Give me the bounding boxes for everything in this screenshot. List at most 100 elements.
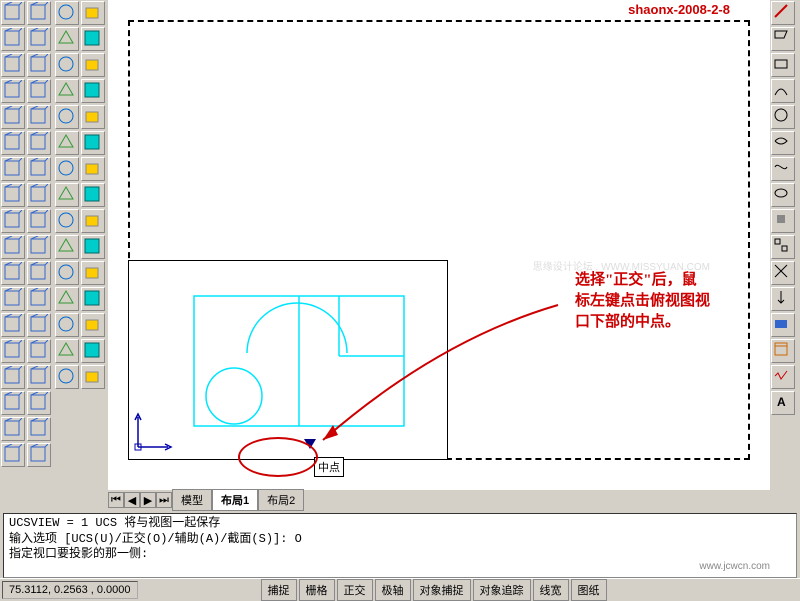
tool-left2-14[interactable] xyxy=(55,183,79,207)
tool-right-13[interactable] xyxy=(771,339,795,363)
tool-left1-3[interactable] xyxy=(27,27,51,51)
tab-first-icon[interactable]: ⏮ xyxy=(108,492,124,508)
tool-left1-4[interactable] xyxy=(1,53,25,77)
tool-left2-18[interactable] xyxy=(55,235,79,259)
tool-left1-13[interactable] xyxy=(27,157,51,181)
tool-left1-27[interactable] xyxy=(27,339,51,363)
tool-left2-7[interactable] xyxy=(81,79,105,103)
tool-right-8[interactable] xyxy=(771,209,795,233)
toggle-polar[interactable]: 极轴 xyxy=(375,579,411,601)
toggle-snap[interactable]: 捕捉 xyxy=(261,579,297,601)
tool-left1-10[interactable] xyxy=(1,131,25,155)
tool-left2-26[interactable] xyxy=(55,339,79,363)
tool-left1-17[interactable] xyxy=(27,209,51,233)
tab-layout1[interactable]: 布局1 xyxy=(212,489,258,511)
tool-left1-35[interactable] xyxy=(27,443,51,467)
tool-left1-31[interactable] xyxy=(27,391,51,415)
toggle-ortho[interactable]: 正交 xyxy=(337,579,373,601)
tab-model[interactable]: 模型 xyxy=(172,489,212,511)
tab-last-icon[interactable]: ⏭ xyxy=(156,492,172,508)
tool-left1-8[interactable] xyxy=(1,105,25,129)
tool-right-0[interactable] xyxy=(771,1,795,25)
tool-left2-29[interactable] xyxy=(81,365,105,389)
tool-left2-24[interactable] xyxy=(55,313,79,337)
tool-right-4[interactable] xyxy=(771,105,795,129)
tool-right-11[interactable] xyxy=(771,287,795,311)
tool-left2-11[interactable] xyxy=(81,131,105,155)
tool-left1-29[interactable] xyxy=(27,365,51,389)
tool-left1-33[interactable] xyxy=(27,417,51,441)
tool-right-10[interactable] xyxy=(771,261,795,285)
tool-left2-6[interactable] xyxy=(55,79,79,103)
tool-right-15[interactable]: A xyxy=(771,391,795,415)
tool-right-3[interactable] xyxy=(771,79,795,103)
toggle-osnap[interactable]: 对象捕捉 xyxy=(413,579,471,601)
tool-left2-22[interactable] xyxy=(55,287,79,311)
tool-left2-15[interactable] xyxy=(81,183,105,207)
tool-left2-4[interactable] xyxy=(55,53,79,77)
tool-left1-23[interactable] xyxy=(27,287,51,311)
tool-left2-16[interactable] xyxy=(55,209,79,233)
tab-prev-icon[interactable]: ◀ xyxy=(124,492,140,508)
tool-left1-24[interactable] xyxy=(1,313,25,337)
tool-right-1[interactable] xyxy=(771,27,795,51)
tool-left2-19[interactable] xyxy=(81,235,105,259)
tool-left1-7[interactable] xyxy=(27,79,51,103)
tool-left1-15[interactable] xyxy=(27,183,51,207)
tool-left2-23[interactable] xyxy=(81,287,105,311)
tool-left1-9[interactable] xyxy=(27,105,51,129)
tool-left1-2[interactable] xyxy=(1,27,25,51)
tool-left1-28[interactable] xyxy=(1,365,25,389)
tool-left1-25[interactable] xyxy=(27,313,51,337)
tool-left2-10[interactable] xyxy=(55,131,79,155)
tool-left2-5[interactable] xyxy=(81,53,105,77)
tab-layout2[interactable]: 布局2 xyxy=(258,489,304,511)
command-line[interactable]: UCSVIEW = 1 UCS 将与视图一起保存 输入选项 [UCS(U)/正交… xyxy=(3,513,797,578)
tool-left2-17[interactable] xyxy=(81,209,105,233)
tool-left2-13[interactable] xyxy=(81,157,105,181)
tool-left2-28[interactable] xyxy=(55,365,79,389)
tool-left1-30[interactable] xyxy=(1,391,25,415)
tool-left2-9[interactable] xyxy=(81,105,105,129)
tool-right-7[interactable] xyxy=(771,183,795,207)
tool-left2-3[interactable] xyxy=(81,27,105,51)
tool-left1-0[interactable] xyxy=(1,1,25,25)
tool-left1-14[interactable] xyxy=(1,183,25,207)
tool-right-6[interactable] xyxy=(771,157,795,181)
tool-left2-2[interactable] xyxy=(55,27,79,51)
tool-left2-1[interactable] xyxy=(81,1,105,25)
tool-left2-27[interactable] xyxy=(81,339,105,363)
toggle-paper[interactable]: 图纸 xyxy=(571,579,607,601)
toggle-lwt[interactable]: 线宽 xyxy=(533,579,569,601)
tool-right-14[interactable] xyxy=(771,365,795,389)
tool-left2-0[interactable] xyxy=(55,1,79,25)
tool-left1-18[interactable] xyxy=(1,235,25,259)
tool-left2-21[interactable] xyxy=(81,261,105,285)
tool-right-9[interactable] xyxy=(771,235,795,259)
tool-left1-16[interactable] xyxy=(1,209,25,233)
tool-left1-19[interactable] xyxy=(27,235,51,259)
tool-left2-12[interactable] xyxy=(55,157,79,181)
tool-left1-6[interactable] xyxy=(1,79,25,103)
tool-left1-32[interactable] xyxy=(1,417,25,441)
toggle-grid[interactable]: 栅格 xyxy=(299,579,335,601)
tool-left1-20[interactable] xyxy=(1,261,25,285)
tool-right-5[interactable] xyxy=(771,131,795,155)
command-history-2: 输入选项 [UCS(U)/正交(O)/辅助(A)/截面(S)]: O xyxy=(9,532,791,548)
tool-left1-5[interactable] xyxy=(27,53,51,77)
tool-left1-11[interactable] xyxy=(27,131,51,155)
tool-left1-22[interactable] xyxy=(1,287,25,311)
tool-left2-25[interactable] xyxy=(81,313,105,337)
tool-right-12[interactable] xyxy=(771,313,795,337)
tool-left1-21[interactable] xyxy=(27,261,51,285)
tool-left1-1[interactable] xyxy=(27,1,51,25)
tool-left2-20[interactable] xyxy=(55,261,79,285)
tool-left1-34[interactable] xyxy=(1,443,25,467)
tab-next-icon[interactable]: ▶ xyxy=(140,492,156,508)
canvas-area[interactable]: shaonx-2008-2-8 思缘设计论坛 . WWW.MISSYUAN.CO… xyxy=(108,0,770,490)
tool-right-2[interactable] xyxy=(771,53,795,77)
tool-left1-26[interactable] xyxy=(1,339,25,363)
tool-left1-12[interactable] xyxy=(1,157,25,181)
toggle-otrack[interactable]: 对象追踪 xyxy=(473,579,531,601)
tool-left2-8[interactable] xyxy=(55,105,79,129)
